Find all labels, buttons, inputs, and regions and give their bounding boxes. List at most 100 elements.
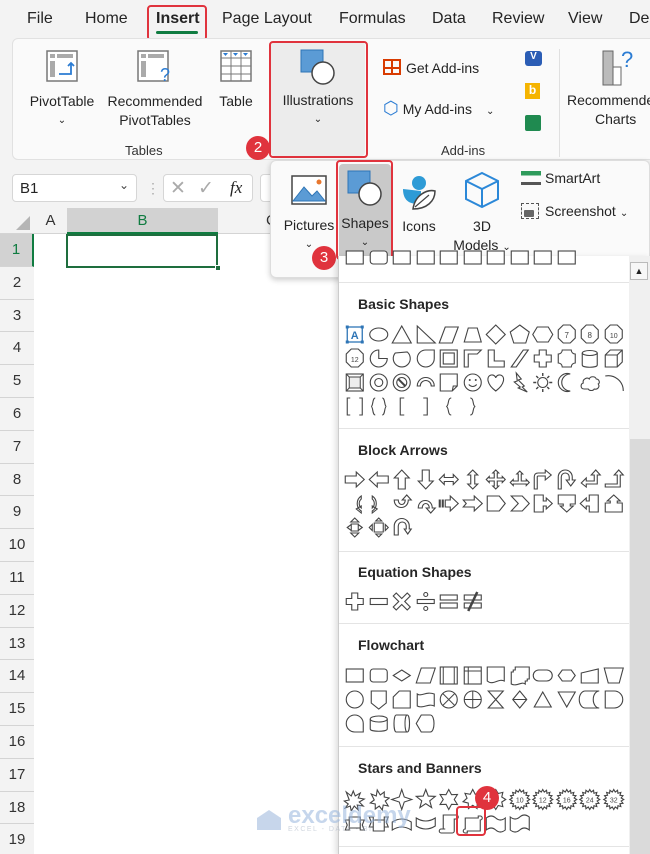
shape-callout-l-icon[interactable] [578,492,602,515]
shape-rect-icon[interactable] [343,246,367,269]
shape-bracepair-icon[interactable] [367,395,391,418]
shape-a-notched-icon[interactable] [461,492,485,515]
shape-star5-icon[interactable] [414,788,438,811]
row-header-14[interactable]: 14 [0,660,34,694]
shape-f-seq-acc-icon[interactable] [343,712,367,735]
row-header-4[interactable]: 4 [0,332,34,366]
my-addins-button[interactable]: ⬡ My Add-ins ⌄ [383,99,494,121]
gallery-scrollbar[interactable]: ▲ [629,256,650,854]
tab-home[interactable]: Home [85,10,128,28]
shape-a-u-d-icon[interactable] [461,468,485,491]
column-header-c[interactable]: C [218,208,278,234]
tab-file[interactable]: File [27,10,53,28]
insert-function-icon[interactable]: fx [230,178,242,198]
cancel-icon[interactable]: ✕ [170,177,186,200]
shape-e-plus-icon[interactable] [343,590,367,613]
row-header-11[interactable]: 11 [0,562,34,595]
shape-f-sort-icon[interactable] [508,688,532,711]
shape-e-div-icon[interactable] [414,590,438,613]
shape-a-quad-icon[interactable] [484,468,508,491]
shape-f-direct-icon[interactable] [390,712,414,735]
row-header-18[interactable]: 18 [0,791,34,825]
row-header-6[interactable]: 6 [0,398,34,431]
shape-brackpair-icon[interactable] [343,395,367,418]
shape-tri-icon[interactable] [390,323,414,346]
people-graph-icon[interactable] [525,115,541,131]
shape-lshape-icon[interactable] [484,347,508,370]
shape-callout-u-icon[interactable] [602,492,626,515]
shape-f-doc-icon[interactable] [484,664,508,687]
formula-bar-grip[interactable]: ⋮ [146,180,160,197]
shape-f-term-icon[interactable] [531,664,555,687]
shape-f-stored-icon[interactable] [578,688,602,711]
shape-trap-icon[interactable] [461,323,485,346]
row-header-10[interactable]: 10 [0,529,34,562]
shape-rect-icon[interactable] [508,246,532,269]
shape-a-u-icon[interactable] [390,468,414,491]
shape-f-merge-icon[interactable] [555,688,579,711]
shape-f-multi-icon[interactable] [508,664,532,687]
shape-rbrace-icon[interactable] [461,395,485,418]
shape-f-tape-icon[interactable] [414,688,438,711]
shape-ellipse-icon[interactable] [367,323,391,346]
shape-rect-icon[interactable] [390,246,414,269]
shape-e-eq-icon[interactable] [437,590,461,613]
shape-f-internal-icon[interactable] [461,664,485,687]
shape-pent-icon[interactable] [508,323,532,346]
shape-quad-callout-icon[interactable] [367,516,391,539]
row-header-5[interactable]: 5 [0,365,34,398]
pivottable-button[interactable]: PivotTable ⌄ [27,49,97,130]
shape-heart-icon[interactable] [484,371,508,394]
shape-f-extract-icon[interactable] [531,688,555,711]
scroll-thumb[interactable] [630,439,650,854]
tab-page-layout[interactable]: Page Layout [222,10,312,28]
pictures-button[interactable]: Pictures ⌄ [281,173,337,254]
row-header-19[interactable]: 19 [0,824,34,854]
shape-donut-icon[interactable] [367,371,391,394]
enter-check-icon[interactable]: ✓ [198,177,214,200]
shape-rect-icon[interactable] [414,246,438,269]
shape-a-bent-up-icon[interactable] [602,468,626,491]
shape-rect-icon[interactable] [555,246,579,269]
column-header-a[interactable]: A [34,208,67,234]
shape-rect-icon[interactable] [343,664,367,687]
tab-review[interactable]: Review [492,10,544,28]
shape-rbrack-icon[interactable] [414,395,438,418]
shape-diamond-icon[interactable] [484,323,508,346]
shape-circ-arrow-icon[interactable] [390,516,414,539]
shape-wave-icon[interactable] [484,812,508,835]
smartart-button[interactable]: SmartArt [521,169,600,188]
shape-a-bent-icon[interactable] [531,468,555,491]
tab-view[interactable]: View [568,10,602,28]
shape-dwave-icon[interactable] [508,812,532,835]
shape-rect-icon[interactable] [437,246,461,269]
shape-no-sym-icon[interactable] [390,371,414,394]
shape-a-striped-icon[interactable] [437,492,461,515]
shape-f-offpage-icon[interactable] [367,688,391,711]
selected-cell-b1[interactable] [66,234,221,271]
shape-f-decision-icon[interactable] [390,664,414,687]
shape-seal10-icon[interactable]: 10 [508,788,532,811]
tab-data[interactable]: Data [432,10,466,28]
shape-a-l-r-u-icon[interactable] [508,468,532,491]
fill-handle[interactable] [215,265,221,271]
shape-f-data-icon[interactable] [414,664,438,687]
shape-para-icon[interactable] [437,323,461,346]
shape-seal16-icon[interactable]: 16 [555,788,579,811]
shape-diag-icon[interactable] [508,347,532,370]
shape-a-uturn-icon[interactable] [555,468,579,491]
shape-f-or-icon[interactable] [461,688,485,711]
shape-fold-icon[interactable] [437,371,461,394]
bing-icon[interactable]: b [525,83,540,99]
visio-icon[interactable]: V [525,51,542,66]
shape-bevel-icon[interactable] [343,371,367,394]
row-header-17[interactable]: 17 [0,758,34,792]
shape-a-l-r-icon[interactable] [437,468,461,491]
shape-frame-icon[interactable] [437,347,461,370]
shape-plus-icon[interactable] [531,347,555,370]
shape-f-card-icon[interactable] [390,688,414,711]
shape-f-conn-icon[interactable] [343,688,367,711]
shape-f-prep-icon[interactable] [555,664,579,687]
row-header-8[interactable]: 8 [0,463,34,497]
table-button[interactable]: Table [213,49,259,111]
